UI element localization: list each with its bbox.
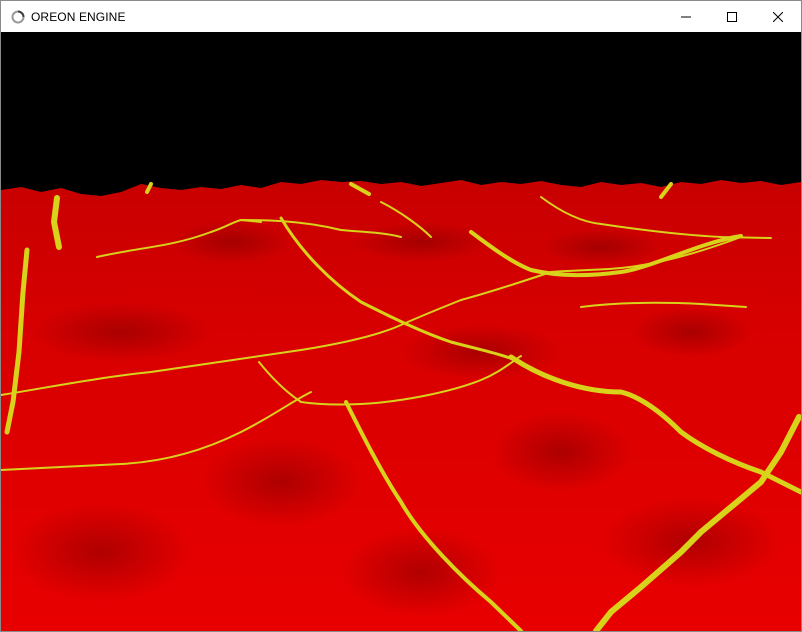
close-button[interactable]	[755, 1, 801, 32]
maximize-icon	[727, 11, 737, 22]
render-viewport[interactable]	[1, 32, 801, 631]
close-icon	[773, 11, 783, 22]
maximize-button[interactable]	[709, 1, 755, 32]
window-controls	[663, 1, 801, 32]
title-bar[interactable]: OREON ENGINE	[1, 1, 801, 32]
minimize-button[interactable]	[663, 1, 709, 32]
window-title: OREON ENGINE	[31, 9, 126, 24]
app-window: OREON ENGINE	[0, 0, 802, 632]
loading-ring-icon	[11, 10, 25, 23]
terrain-render	[1, 32, 801, 631]
minimize-icon	[681, 16, 691, 17]
